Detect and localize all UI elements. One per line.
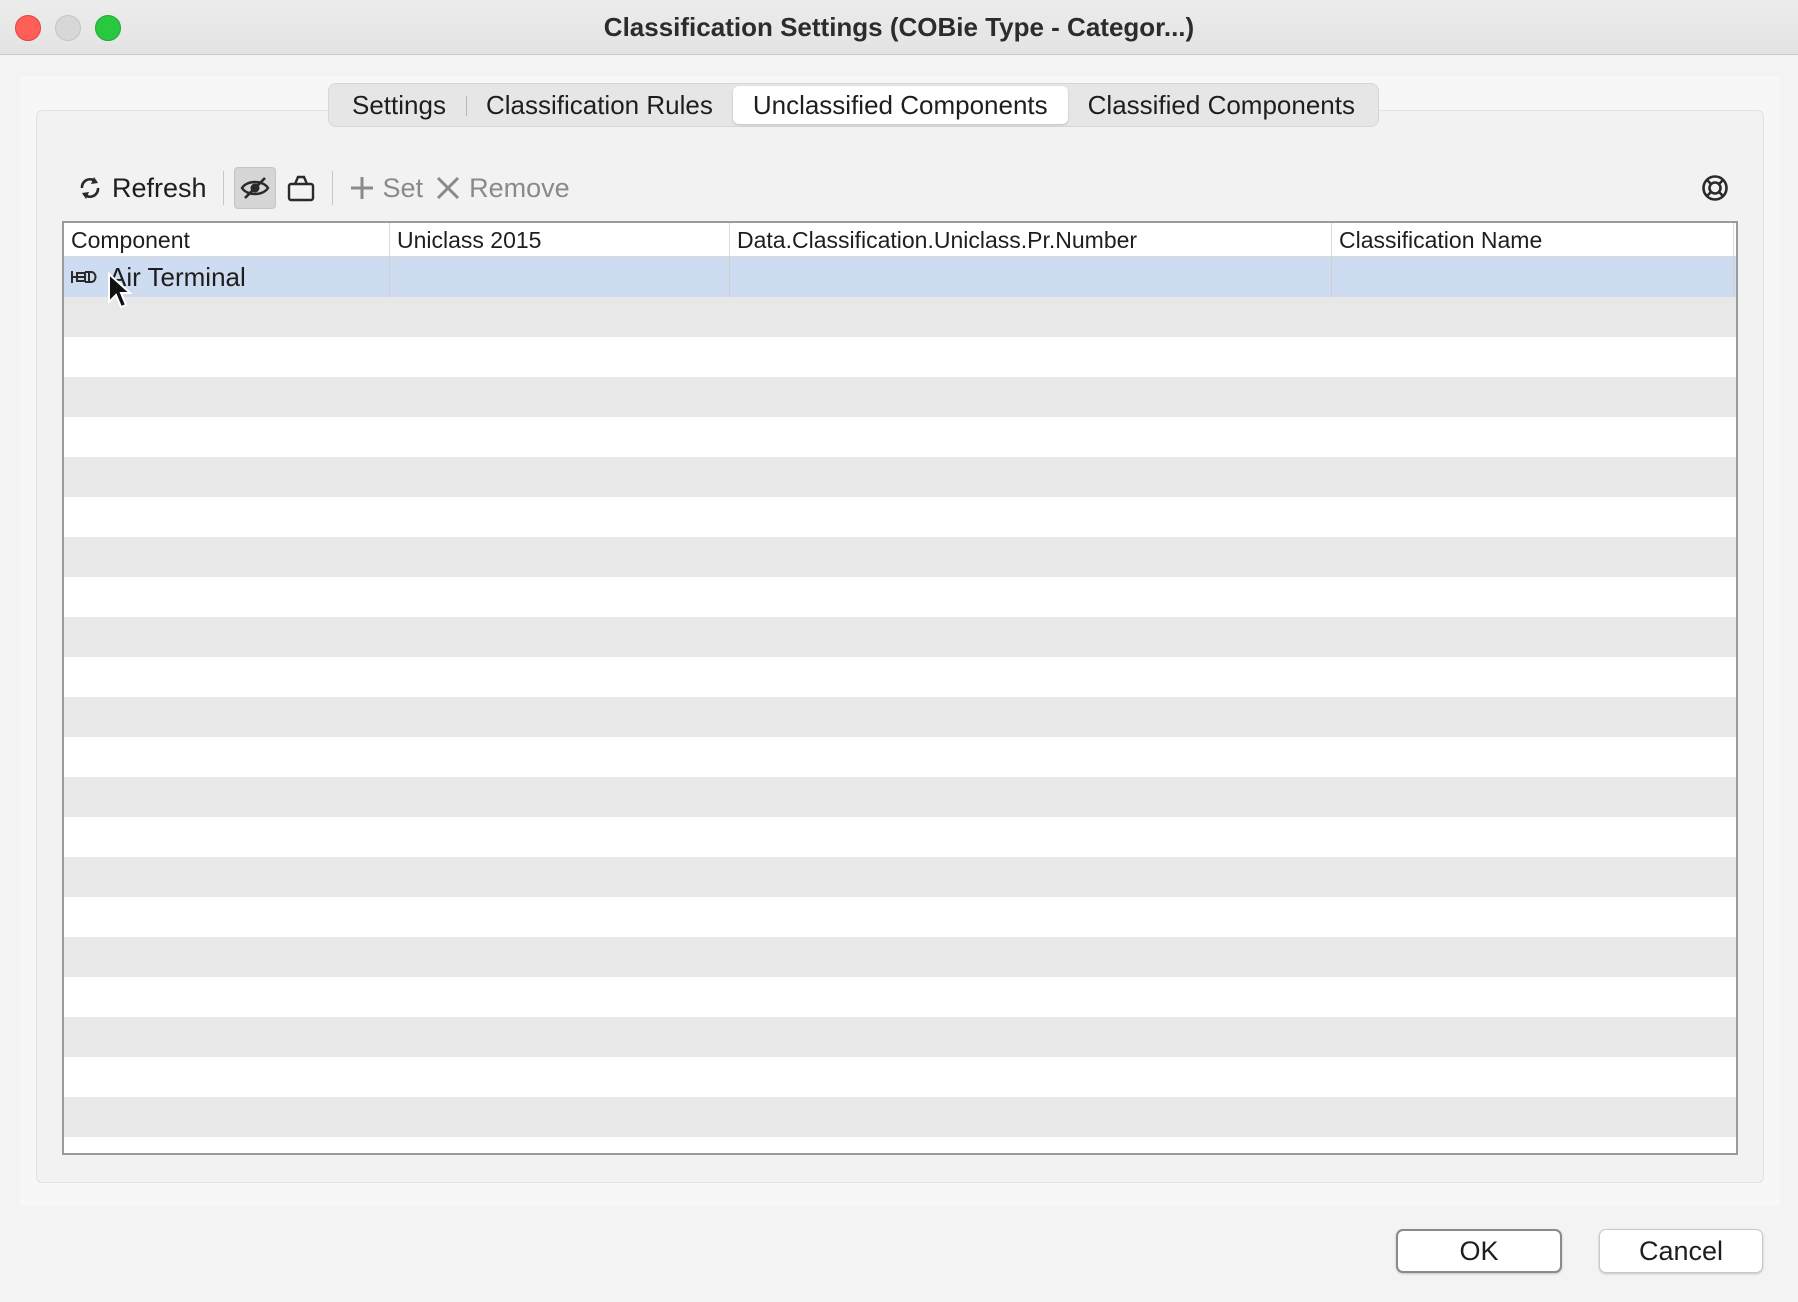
tab-bar: Settings Classification Rules Unclassifi… <box>328 83 1379 127</box>
empty-row <box>64 657 1736 697</box>
help-button[interactable] <box>1700 173 1730 208</box>
table-row[interactable]: Air Terminal <box>64 257 1736 297</box>
empty-row <box>64 777 1736 817</box>
tab-unclassified-components[interactable]: Unclassified Components <box>732 86 1068 124</box>
components-table: Component Uniclass 2015 Data.Classificat… <box>62 221 1738 1155</box>
basket-toggle-button[interactable] <box>280 167 322 209</box>
empty-row <box>64 977 1736 1017</box>
ok-button[interactable]: OK <box>1396 1229 1562 1273</box>
empty-row <box>64 337 1736 377</box>
empty-row <box>64 1017 1736 1057</box>
column-header-uniclass-2015[interactable]: Uniclass 2015 <box>390 223 730 256</box>
tab-settings[interactable]: Settings <box>332 86 466 124</box>
column-header-classification-name[interactable]: Classification Name <box>1332 223 1734 256</box>
set-button[interactable]: Set <box>343 165 430 211</box>
empty-row <box>64 577 1736 617</box>
cell-classification-name <box>1332 257 1734 297</box>
air-terminal-icon <box>71 271 97 283</box>
refresh-label: Refresh <box>112 172 207 203</box>
set-label: Set <box>382 172 424 203</box>
empty-row <box>64 377 1736 417</box>
refresh-button[interactable]: Refresh <box>70 165 213 211</box>
hide-toggle-button[interactable] <box>233 167 276 209</box>
hide-icon <box>240 177 269 199</box>
tab-classification-rules[interactable]: Classification Rules <box>465 86 733 124</box>
empty-row <box>64 737 1736 777</box>
remove-label: Remove <box>469 172 570 203</box>
x-icon <box>437 176 460 200</box>
empty-row <box>64 417 1736 457</box>
empty-row <box>64 897 1736 937</box>
plus-icon <box>350 177 373 199</box>
empty-row <box>64 1097 1736 1137</box>
empty-row <box>64 857 1736 897</box>
help-icon <box>1702 175 1728 201</box>
mouse-pointer-icon <box>108 272 133 309</box>
empty-row <box>64 297 1736 337</box>
toolbar-separator <box>222 171 224 205</box>
empty-row <box>64 497 1736 537</box>
table-header: Component Uniclass 2015 Data.Classificat… <box>64 223 1736 257</box>
cell-uniclass <box>390 257 730 297</box>
column-header-pr-number[interactable]: Data.Classification.Uniclass.Pr.Number <box>730 223 1332 256</box>
empty-row <box>64 817 1736 857</box>
remove-button[interactable]: Remove <box>429 165 576 211</box>
cancel-button[interactable]: Cancel <box>1599 1229 1763 1273</box>
toolbar: Refresh Set Remove <box>70 165 1730 211</box>
title-bar[interactable]: Classification Settings (COBie Type - Ca… <box>0 0 1798 55</box>
empty-row <box>64 457 1736 497</box>
empty-row <box>64 537 1736 577</box>
window-title: Classification Settings (COBie Type - Ca… <box>603 12 1195 42</box>
refresh-icon <box>80 177 100 199</box>
empty-row <box>64 697 1736 737</box>
column-header-component[interactable]: Component <box>64 223 390 256</box>
dialog-window: Classification Settings (COBie Type - Ca… <box>0 0 1798 1302</box>
empty-row <box>64 937 1736 977</box>
empty-row <box>64 1057 1736 1097</box>
cell-pr-number <box>730 257 1332 297</box>
basket-icon <box>287 175 314 202</box>
toolbar-separator <box>331 171 333 205</box>
tab-classified-components[interactable]: Classified Components <box>1068 86 1375 124</box>
empty-row <box>64 617 1736 657</box>
